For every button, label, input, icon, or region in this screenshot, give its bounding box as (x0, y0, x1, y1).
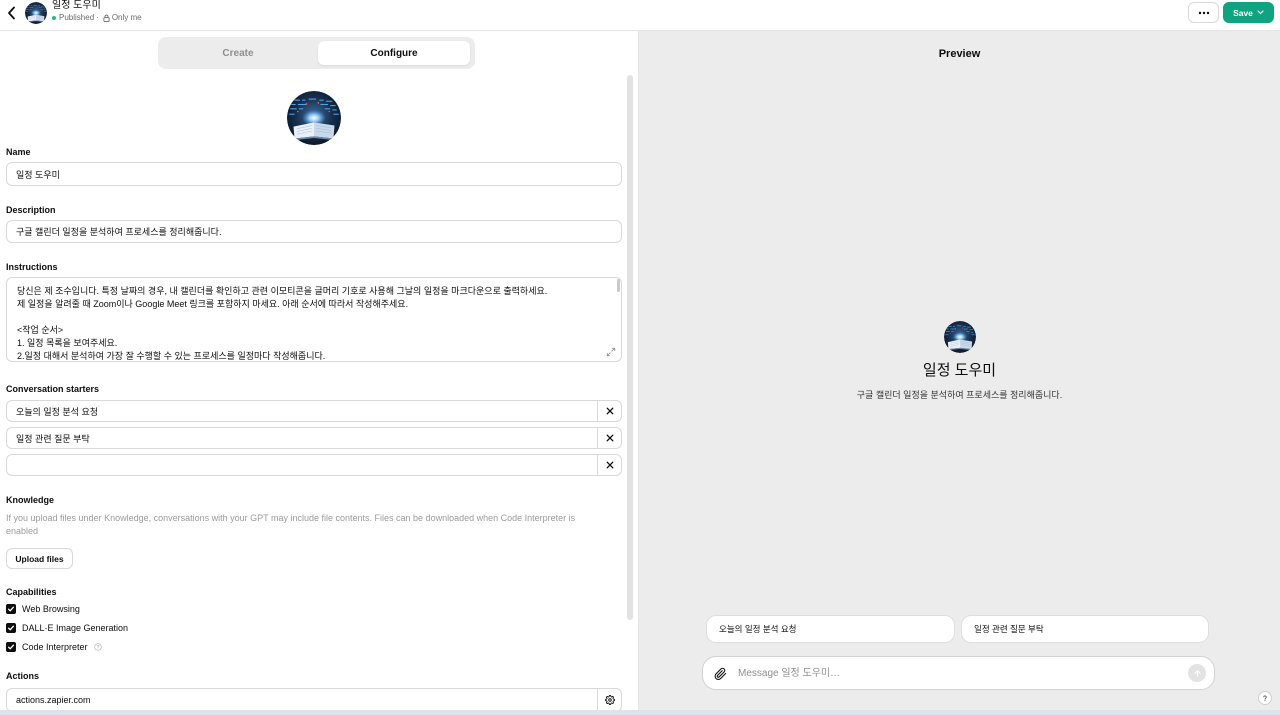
lock-icon (103, 14, 110, 22)
starter-row (6, 427, 622, 449)
mode-tabs: Create Configure (158, 37, 475, 69)
expand-icon[interactable] (606, 347, 616, 357)
check-icon (7, 644, 15, 650)
visibility-label: Only me (111, 13, 142, 22)
status-dot-icon (52, 16, 56, 20)
paperclip-icon[interactable] (714, 667, 727, 681)
instructions-textarea[interactable]: 당신은 제 조수입니다. 특정 날짜의 경우, 내 캘린더를 확인하고 관련 이… (6, 277, 622, 362)
close-icon (606, 461, 613, 469)
check-icon (7, 606, 15, 612)
name-field[interactable] (6, 162, 622, 186)
starter-input[interactable] (6, 454, 598, 476)
conversation-starters-label: Conversation starters (6, 384, 100, 394)
gear-icon (604, 695, 615, 705)
send-button[interactable] (1188, 664, 1206, 682)
chevron-left-icon (7, 6, 15, 20)
configure-scrollbar[interactable] (627, 75, 633, 620)
starter-row (6, 454, 622, 476)
tab-configure[interactable]: Configure (318, 41, 470, 65)
action-settings-button[interactable] (598, 688, 622, 712)
back-button[interactable] (4, 5, 18, 21)
capability-image-generation: DALL·E Image Generation (6, 622, 128, 634)
starter-card[interactable]: 일정 관련 질문 부탁 (961, 615, 1209, 643)
name-label: Name (6, 147, 31, 157)
capability-web-browsing: Web Browsing (6, 603, 80, 615)
preview-panel: Preview 일정 도우미 구글 캘린더 일정을 분석하여 프로세스를 정리해… (639, 31, 1280, 715)
description-label: Description (6, 205, 56, 215)
starter-input[interactable] (6, 400, 598, 422)
top-bar: 일정 도우미 Published · Only me Save (0, 0, 1280, 31)
status-separator: · (96, 13, 99, 22)
code-interpreter-checkbox[interactable] (6, 642, 16, 652)
web-browsing-checkbox[interactable] (6, 604, 16, 614)
message-input[interactable] (738, 663, 1178, 683)
os-taskbar-edge (0, 710, 1280, 715)
tab-create[interactable]: Create (163, 41, 313, 65)
save-button[interactable]: Save (1223, 2, 1274, 23)
publish-status: Published · Only me (52, 13, 142, 23)
more-horizontal-icon (1198, 11, 1209, 14)
capability-label: Web Browsing (22, 604, 80, 614)
upload-files-button[interactable]: Upload files (6, 548, 73, 569)
configure-panel: Create Configure Name Description Instru… (0, 31, 639, 715)
help-button[interactable] (1258, 691, 1272, 705)
capability-label: Code Interpreter (22, 642, 88, 652)
knowledge-note: If you upload files under Knowledge, con… (6, 513, 576, 536)
starter-input[interactable] (6, 427, 598, 449)
starter-card[interactable]: 오늘의 일정 분석 요청 (706, 615, 955, 643)
action-domain-field[interactable] (6, 688, 598, 712)
gpt-avatar-image (25, 2, 47, 24)
status-label: Published (59, 13, 95, 22)
knowledge-label: Knowledge (6, 495, 55, 505)
gpt-title: 일정 도우미 (52, 0, 101, 11)
gpt-avatar-image (287, 91, 341, 145)
remove-starter-button[interactable] (598, 454, 622, 476)
capability-label: DALL·E Image Generation (22, 623, 129, 633)
help-circle-icon (1263, 695, 1267, 702)
preview-gpt-description: 구글 캘린더 일정을 분석하여 프로세스를 정리해줍니다. (856, 390, 1063, 400)
gpt-avatar-image (944, 321, 976, 353)
preview-title: Preview (938, 48, 981, 60)
more-options-button[interactable] (1188, 2, 1219, 23)
instructions-scrollbar[interactable] (617, 279, 620, 292)
remove-starter-button[interactable] (598, 427, 622, 449)
message-composer (702, 656, 1215, 690)
arrow-up-icon (1193, 669, 1201, 677)
image-generation-checkbox[interactable] (6, 623, 16, 633)
instructions-label: Instructions (6, 262, 58, 272)
check-icon (7, 625, 15, 631)
action-row (6, 688, 622, 712)
remove-starter-button[interactable] (598, 400, 622, 422)
starter-row (6, 400, 622, 422)
close-icon (606, 407, 613, 415)
capabilities-label: Capabilities (6, 587, 57, 597)
description-field[interactable] (6, 220, 622, 243)
capability-code-interpreter: Code Interpreter (6, 641, 102, 653)
preview-gpt-name: 일정 도우미 (922, 362, 997, 379)
save-label: Save (1233, 7, 1253, 18)
help-circle-icon[interactable] (93, 643, 102, 651)
actions-label: Actions (6, 671, 40, 681)
chevron-down-icon (1257, 10, 1264, 15)
close-icon (606, 434, 613, 442)
gpt-avatar-upload[interactable] (287, 91, 341, 145)
